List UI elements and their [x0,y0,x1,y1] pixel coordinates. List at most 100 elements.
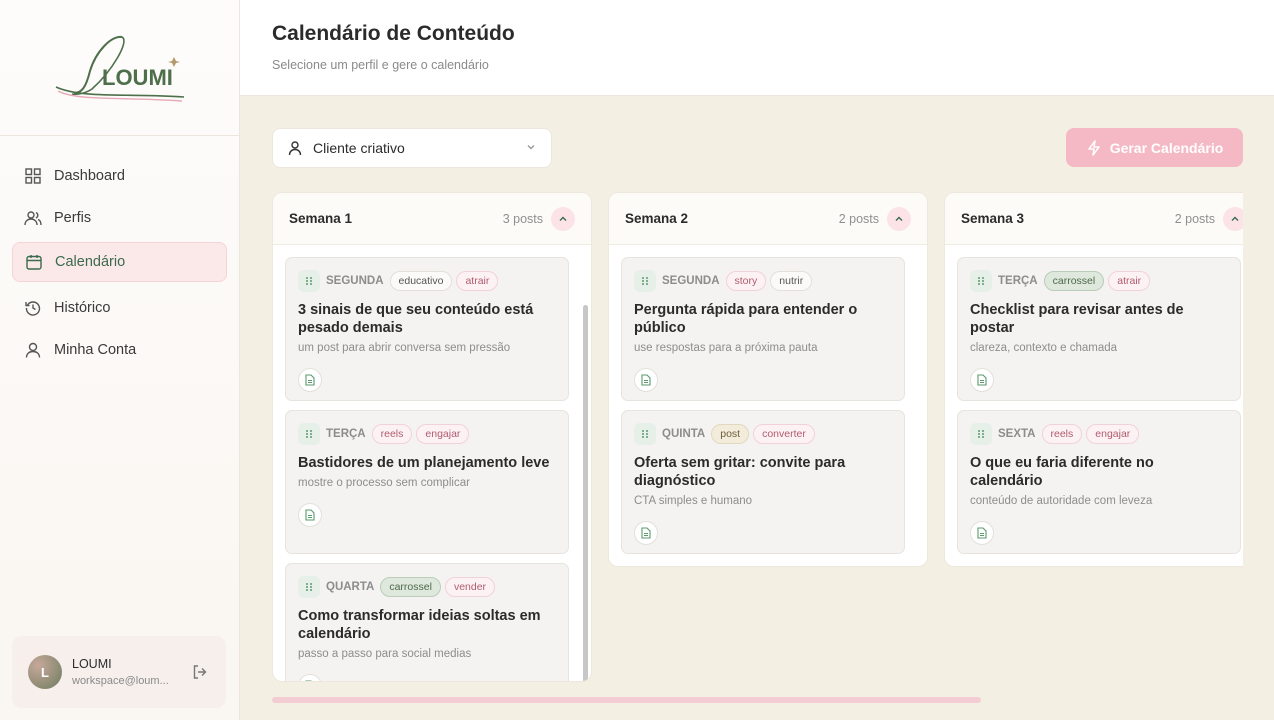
collapse-week-button[interactable] [1223,206,1243,231]
collapse-week-button[interactable] [551,206,575,231]
post-day: QUINTA [662,428,706,440]
generate-calendar-button[interactable]: Gerar Calendário [1066,128,1243,167]
logo[interactable]: LOUMI [0,0,239,136]
post-description: clareza, contexto e chamada [970,342,1118,354]
document-button[interactable] [298,368,322,392]
week-body: TERÇA carrossel atrair Checklist para re… [945,245,1243,566]
document-button[interactable] [634,521,658,545]
post-format-tag: reels [371,424,413,444]
chevron-up-icon [895,216,903,221]
post-title: Pergunta rápida para entender o público [634,302,858,336]
chevron-up-icon [1231,216,1239,221]
drag-handle-icon[interactable] [634,423,656,445]
generate-calendar-label: Gerar Calendário [1109,139,1224,156]
post-title: Como transformar ideias soltas em calend… [298,608,541,642]
nav-label: Calendário [55,254,126,270]
post-title: O que eu faria diferente no calendário [970,455,1154,489]
week-body: SEGUNDA educativo atrair 3 sinais de que… [273,245,591,681]
drag-handle-icon[interactable] [298,423,320,445]
document-button[interactable] [634,368,658,392]
drag-handle-icon[interactable] [298,270,320,292]
nav-item-historico[interactable]: Histórico [12,288,227,328]
post-day: SEGUNDA [326,275,384,287]
post-format-tag: carrossel [380,577,441,597]
post-description: use respostas para a próxima pauta [634,342,818,354]
post-day: TERÇA [998,275,1038,287]
post-card[interactable]: TERÇA reels engajar Bastidores de um pla… [285,410,569,554]
users-icon [24,209,42,227]
post-format-tag: story [725,271,767,291]
document-button[interactable] [298,674,322,681]
week-column: Semana 3 2 posts TERÇA carrossel atrair … [944,192,1243,567]
document-icon [977,527,987,539]
document-icon [305,680,312,681]
post-card[interactable]: SEGUNDA educativo atrair 3 sinais de que… [285,257,569,401]
post-day: SEXTA [998,428,1036,440]
post-description: conteúdo de autoridade com leveza [970,495,1153,507]
user-card: L LOUMI workspace@loum... [12,636,226,708]
document-icon [641,374,651,386]
post-day: SEGUNDA [662,275,720,287]
grid-icon [24,167,42,185]
user-name: LOUMI [72,657,112,671]
nav-label: Minha Conta [54,342,137,358]
post-card[interactable]: TERÇA carrossel atrair Checklist para re… [957,257,1241,401]
week-header: Semana 3 2 posts [945,193,1243,245]
post-card[interactable]: QUARTA carrossel vender Como transformar… [285,563,569,681]
user-info: LOUMI workspace@loum... [72,657,190,687]
board-horizontal-scrollbar[interactable] [272,697,981,703]
post-goal-tag: atrair [1108,271,1151,291]
post-day: QUARTA [326,581,375,593]
user-email: workspace@loum... [72,675,169,687]
logo-text: LOUMI [102,65,173,90]
drag-handle-icon[interactable] [970,270,992,292]
chevron-up-icon [559,216,567,221]
post-title: Checklist para revisar antes de postar [970,302,1184,336]
calendar-board: Semana 1 3 posts SEGUNDA educativo atrai… [272,192,1243,682]
post-description: um post para abrir conversa sem pressão [298,342,511,354]
lightning-icon [1086,139,1102,156]
logout-button[interactable] [190,662,210,682]
post-goal-tag: nutrir [770,271,813,291]
week-column: Semana 1 3 posts SEGUNDA educativo atrai… [272,192,592,682]
post-goal-tag: vender [444,577,496,597]
user-icon [287,140,303,156]
post-format-tag: reels [1041,424,1083,444]
nav-label: Perfis [54,210,92,226]
post-goal-tag: engajar [1086,424,1140,444]
document-button[interactable] [970,521,994,545]
post-card[interactable]: SEXTA reels engajar O que eu faria difer… [957,410,1241,554]
week-header: Semana 2 2 posts [609,193,927,245]
nav-item-minha-conta[interactable]: Minha Conta [12,330,227,370]
document-button[interactable] [298,503,322,527]
history-icon [24,299,42,317]
document-button[interactable] [970,368,994,392]
avatar[interactable]: L [28,655,62,689]
document-icon [305,509,315,521]
week-scrollbar[interactable] [583,305,588,681]
drag-handle-icon[interactable] [970,423,992,445]
post-card[interactable]: QUINTA post converter Oferta sem gritar:… [621,410,905,554]
document-icon [977,374,987,386]
post-description: mostre o processo sem complicar [298,477,470,489]
nav-label: Histórico [54,300,111,316]
post-goal-tag: atrair [456,271,499,291]
week-post-count: 2 posts [838,211,879,226]
post-format-tag: educativo [389,271,453,291]
post-card[interactable]: SEGUNDA story nutrir Pergunta rápida par… [621,257,905,401]
nav-item-perfis[interactable]: Perfis [12,198,227,238]
user-icon [24,341,42,359]
nav-item-calendario[interactable]: Calendário [12,242,227,282]
calendar-icon [25,253,43,271]
sidebar: LOUMI Dashboard Perfis Calendário Histór… [0,0,240,720]
nav-item-dashboard[interactable]: Dashboard [12,156,227,196]
drag-handle-icon[interactable] [634,270,656,292]
week-post-count: 3 posts [502,211,543,226]
week-title: Semana 1 [289,211,353,226]
main-nav: Dashboard Perfis Calendário Histórico Mi… [0,136,239,392]
week-title: Semana 2 [625,211,689,226]
profile-select[interactable]: Cliente criativo [272,128,552,168]
collapse-week-button[interactable] [887,206,911,231]
drag-handle-icon[interactable] [298,576,320,598]
week-header: Semana 1 3 posts [273,193,591,245]
